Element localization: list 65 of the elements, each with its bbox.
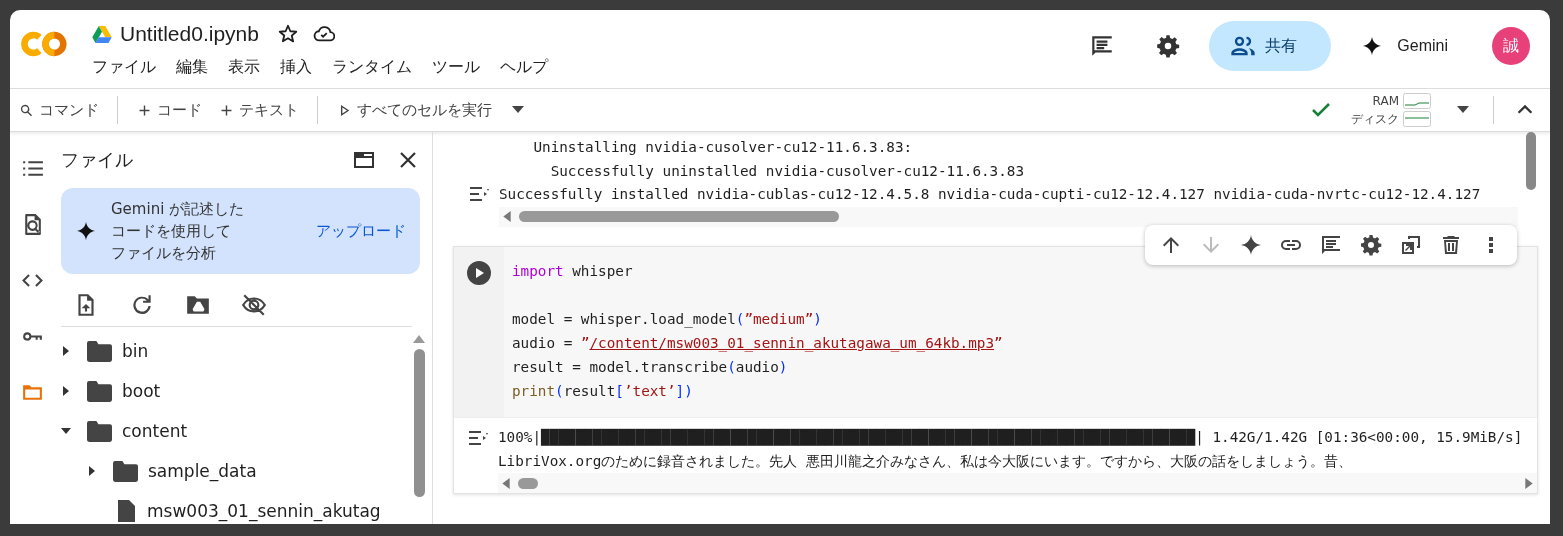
folder-icon	[87, 420, 112, 442]
expander-icon[interactable]	[61, 346, 71, 356]
tree-item[interactable]: boot	[122, 381, 161, 401]
avatar[interactable]: 誠	[1492, 27, 1530, 65]
menu-item[interactable]: ファイル	[92, 57, 156, 78]
settings-icon[interactable]	[1155, 33, 1182, 59]
folder-icon	[87, 380, 112, 402]
code-line: print(result[’text’])	[512, 382, 694, 401]
scrollbar-thumb[interactable]	[518, 477, 538, 489]
menu-item[interactable]: 編集	[176, 57, 208, 78]
star-icon[interactable]	[276, 23, 299, 45]
run-cell-icon[interactable]	[467, 261, 491, 285]
disk-label: ディスク	[1351, 110, 1399, 128]
card-text: Gemini が記述した コードを使用して ファイルを分析	[111, 199, 245, 264]
upload-link[interactable]: アップロード	[316, 221, 406, 241]
expander-icon[interactable]	[61, 386, 71, 396]
code-line: audio = ”/content/msw003_01_sennin_akutagawa_um_64kb.mp3”	[512, 334, 1004, 354]
menu-item[interactable]: ランタイム	[332, 57, 412, 78]
tree-item[interactable]: content	[122, 421, 188, 441]
output-line: Successfully installed nvidia-cublas-cu12-12.4.5.8 nvidia-cuda-cupti-cu12-12.4.127 nvidia-cuda-nvrtc-cu12-12.4.127	[499, 185, 1482, 204]
gemini-button[interactable]: Gemini	[1341, 35, 1468, 57]
share-button[interactable]: 共有	[1209, 21, 1332, 71]
file-icon	[117, 500, 135, 522]
settings-icon[interactable]	[1359, 233, 1383, 257]
notebook-title[interactable]: Untitled0.ipynb	[120, 22, 259, 46]
ram-label: RAM	[1372, 93, 1399, 108]
comment-icon[interactable]	[1319, 233, 1343, 257]
add-code-button[interactable]: コード	[128, 94, 210, 126]
scrollbar-thumb[interactable]	[1526, 132, 1536, 190]
expander-icon[interactable]	[61, 426, 71, 436]
code-line: result = model.transcribe(audio)	[512, 358, 789, 377]
hidden-eye-icon[interactable]	[241, 292, 267, 318]
scroll-left-icon[interactable]	[502, 477, 510, 489]
output-line: Uninstalling nvidia-cusolver-cu12-11.6.3.83:	[532, 138, 914, 157]
output-line: Successfully uninstalled nvidia-cusolver-cu12-11.6.3.83	[549, 161, 1026, 181]
menu-item[interactable]: ツール	[432, 57, 480, 78]
menu-item[interactable]: 挿入	[280, 57, 312, 78]
tree-item[interactable]: bin	[122, 341, 149, 361]
run-all-button[interactable]: すべてのセルを実行	[328, 94, 500, 126]
code-line: model = whisper.load_model(”medium”)	[512, 310, 823, 330]
scroll-up-icon[interactable]	[413, 335, 425, 343]
scroll-right-icon[interactable]	[1525, 477, 1533, 489]
scrollbar-thumb[interactable]	[519, 211, 839, 222]
dropdown-icon[interactable]	[1457, 106, 1469, 114]
mirror-icon[interactable]	[1399, 233, 1423, 257]
menu-item[interactable]: ヘルプ	[500, 57, 548, 78]
scrollbar-thumb[interactable]	[413, 349, 425, 497]
folder-icon	[87, 340, 112, 362]
logo-icon	[20, 29, 70, 59]
disk-sparkline	[1403, 111, 1431, 127]
dropdown-icon[interactable]	[512, 106, 524, 114]
ram-sparkline	[1403, 92, 1431, 109]
folder-icon	[113, 460, 138, 482]
output-line: LibriVox.orgのために録音されました。先人 悪田川龍之介みなさん、私は今大阪にいます。ですから、大阪の話をしましょう。昔、	[498, 451, 1353, 471]
tree-item[interactable]: msw003_01_sennin_akutag	[147, 501, 381, 521]
expander-icon[interactable]	[87, 466, 97, 476]
drive-icon	[92, 25, 112, 43]
code-line: import whisper	[512, 262, 634, 281]
add-text-button[interactable]: テキスト	[210, 94, 307, 126]
menu-item[interactable]: 表示	[228, 57, 260, 78]
progress-output: 100%|████████████████████████████████████████████████████████████████████████████| 1.42G/1.42G [01:36<00:00, 15.9MiB/s]	[498, 427, 1524, 448]
panel-title: ファイル	[61, 148, 133, 172]
tree-item[interactable]: sample_data	[148, 461, 257, 481]
scroll-left-icon[interactable]	[503, 211, 511, 222]
command-button[interactable]: コマンド	[10, 94, 107, 126]
